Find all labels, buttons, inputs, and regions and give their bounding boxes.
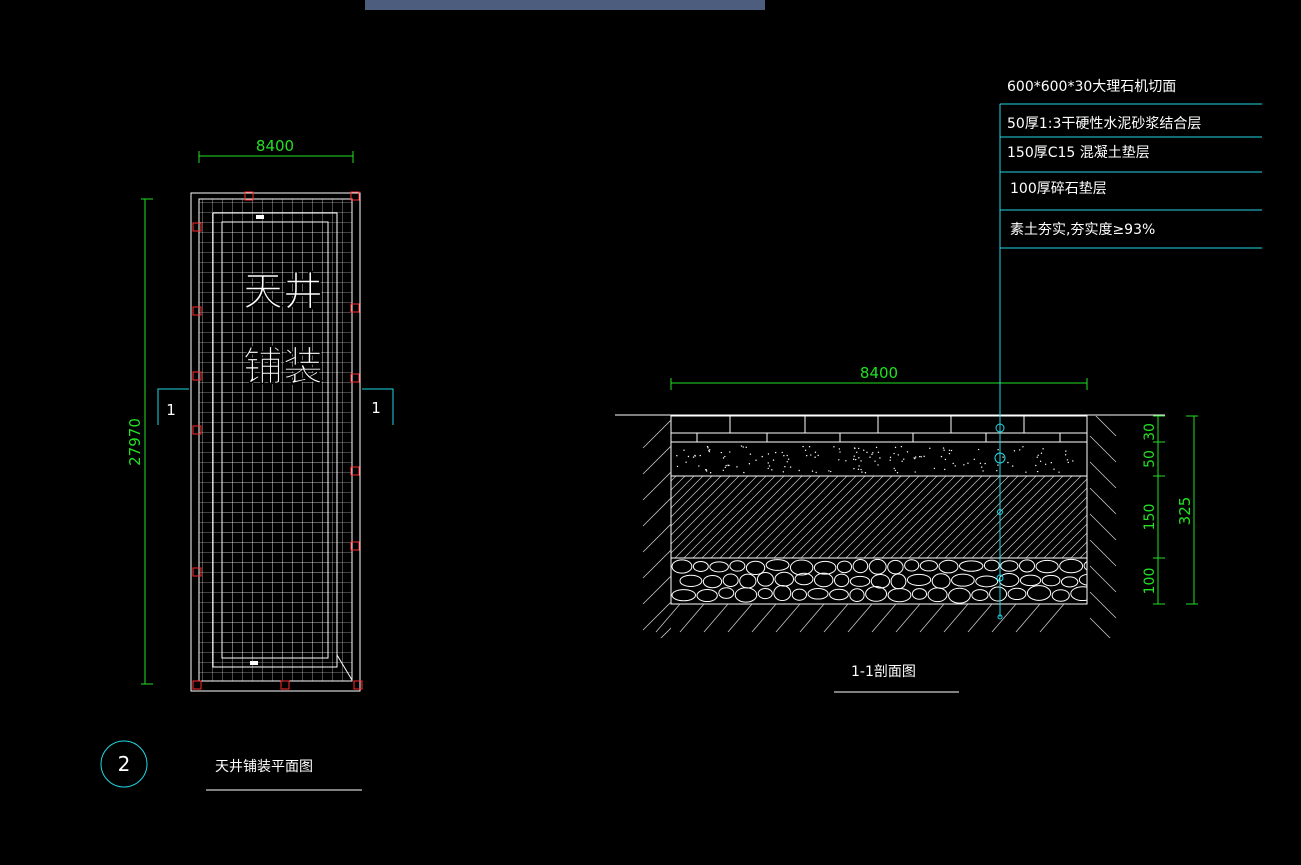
dim-gravel: 100 xyxy=(1142,568,1158,595)
column-marker xyxy=(280,680,290,690)
paving-section: 8400 30 50 150 100 325 600*600*30大理石机切面 … xyxy=(615,79,1262,693)
plan-tag-top xyxy=(256,215,264,219)
section-cut-marker-left: 1 xyxy=(157,388,189,425)
soil-hatch-right xyxy=(1089,416,1117,638)
layer-mortar xyxy=(670,441,1088,477)
plan-tag-bottom xyxy=(250,661,258,665)
gravel-stones xyxy=(671,558,1087,604)
section-width-dim-text: 8400 xyxy=(860,364,898,382)
marble-tile-joints xyxy=(696,416,1061,442)
layer-marble xyxy=(670,415,1088,443)
soil-hatch-left xyxy=(642,419,671,638)
cad-drawing-canvas[interactable]: 天井 铺装 8400 27970 1 1 2 天井铺装平面图 8400 30 5… xyxy=(0,0,1301,865)
plan-title: 天井铺装平面图 xyxy=(215,759,313,775)
layer-note-concrete: 150厚C15 混凝土垫层 xyxy=(1007,145,1150,161)
svg-text:1: 1 xyxy=(371,399,381,417)
layer-note-gravel: 100厚碎石垫层 xyxy=(1010,181,1107,197)
paving-plan: 天井 铺装 8400 27970 1 1 2 天井铺装平面图 xyxy=(100,137,394,791)
layer-concrete xyxy=(670,475,1088,559)
drawing-number: 2 xyxy=(118,752,131,776)
section-title: 1-1剖面图 xyxy=(851,664,916,680)
dim-concrete: 150 xyxy=(1142,504,1158,531)
section-cut-marker-right: 1 xyxy=(362,388,394,425)
plan-width-dim-text: 8400 xyxy=(256,137,294,155)
layer-note-soil: 素土夯实,夯实度≥93% xyxy=(1010,222,1155,238)
dim-mortar: 50 xyxy=(1142,450,1158,468)
svg-text:1: 1 xyxy=(166,401,176,419)
plan-room-label-line2: 铺装 xyxy=(243,344,323,390)
dim-marble: 30 xyxy=(1142,423,1158,441)
dim-total: 325 xyxy=(1176,497,1194,526)
plan-room-label-line1: 天井 xyxy=(243,269,323,315)
plan-height-dimension: 27970 xyxy=(126,198,153,685)
plan-height-dim-text: 27970 xyxy=(126,418,144,466)
layer-note-marble: 600*600*30大理石机切面 xyxy=(1007,79,1176,95)
column-marker xyxy=(192,680,202,690)
soil-hatch-bottom xyxy=(655,603,1065,633)
plan-width-dimension: 8400 xyxy=(198,137,354,163)
layer-note-mortar: 50厚1:3干硬性水泥砂浆结合层 xyxy=(1007,116,1201,132)
section-width-dimension: 8400 xyxy=(670,364,1088,390)
mortar-stipple xyxy=(676,445,1074,474)
column-marker xyxy=(353,680,363,690)
section-layer-dimensions: 30 50 150 100 325 xyxy=(1142,415,1198,605)
